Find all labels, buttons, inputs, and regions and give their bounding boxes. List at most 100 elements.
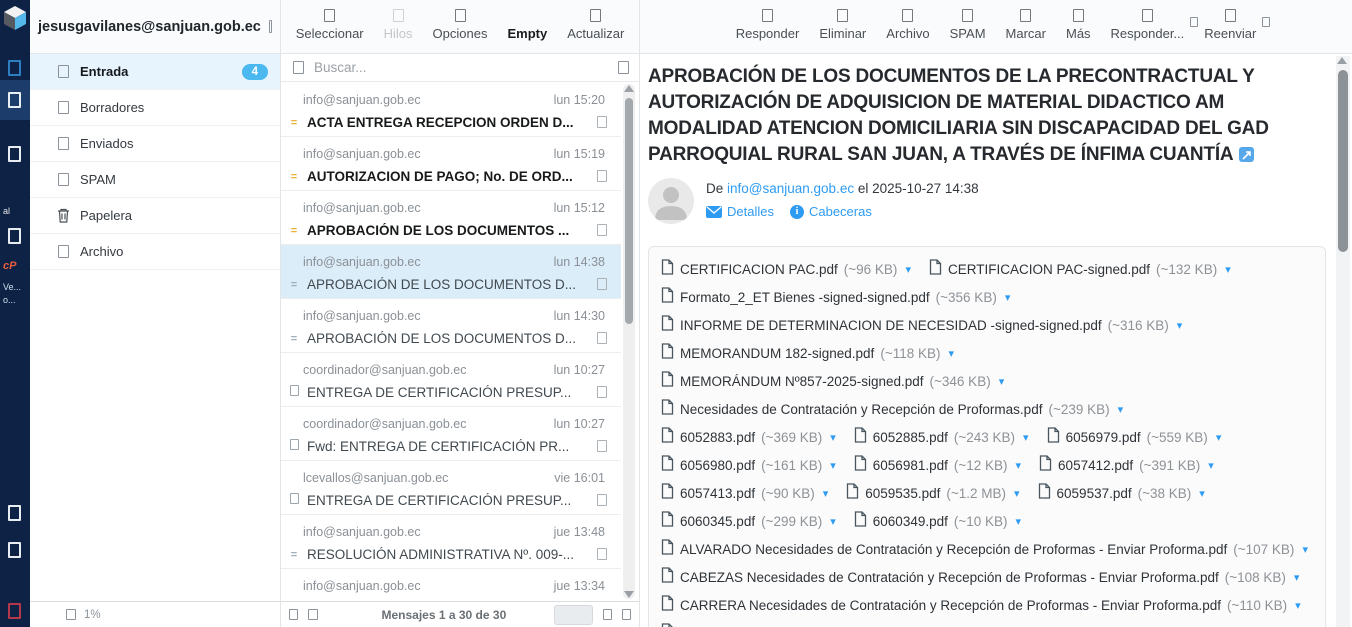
attachment-cabezas-necesidades-de-contrataci-n-y-recepci-n-de-proformas-enviar-proforma-pdf[interactable]: CABEZAS Necesidades de Contratación y Re… bbox=[661, 567, 1299, 588]
message-checkbox[interactable] bbox=[597, 386, 607, 398]
message-checkbox[interactable] bbox=[597, 224, 607, 236]
attachment-certificacion-pac-pdf[interactable]: CERTIFICACION PAC.pdf(~96 KB)▾ bbox=[661, 259, 911, 280]
attachment-dropdown-icon[interactable]: ▾ bbox=[1208, 459, 1214, 472]
rail-mail-icon[interactable] bbox=[8, 92, 21, 108]
attachment-6057413-pdf[interactable]: 6057413.pdf(~90 KB)▾ bbox=[661, 483, 828, 504]
message-eliminar-button[interactable]: Eliminar bbox=[819, 7, 866, 41]
headers-link[interactable]: i Cabeceras bbox=[790, 204, 872, 219]
list-opciones-button[interactable]: Opciones bbox=[433, 7, 488, 41]
attachment-dropdown-icon[interactable]: ▾ bbox=[1016, 515, 1022, 528]
reading-scrollbar[interactable] bbox=[1336, 56, 1350, 627]
attachment-carrera-necesidades-de-contrataci-n-y-recepci-n-de-proformas-enviar-proforma-pdf[interactable]: CARRERA Necesidades de Contratación y Re… bbox=[661, 595, 1301, 616]
attachment-dropdown-icon[interactable]: ▾ bbox=[1014, 487, 1020, 500]
attachment-dropdown-icon[interactable]: ▾ bbox=[1225, 263, 1231, 276]
page-input[interactable] bbox=[554, 605, 592, 625]
message-row[interactable]: info@sanjuan.gob.ecjue 13:48=RESOLUCIÓN … bbox=[281, 515, 621, 569]
details-link[interactable]: Detalles bbox=[706, 204, 774, 219]
scroll-down-icon[interactable] bbox=[624, 591, 634, 598]
message-row[interactable]: info@sanjuan.gob.eclun 14:38=APROBACIÓN … bbox=[281, 245, 621, 299]
folder-item-enviados[interactable]: Enviados bbox=[30, 126, 280, 162]
attachment-informe-de-determinacion-de-necesidad-signed-signed-pdf[interactable]: INFORME DE DETERMINACION DE NECESIDAD -s… bbox=[661, 315, 1182, 336]
folder-item-papelera[interactable]: Papelera bbox=[30, 198, 280, 234]
attachment-6056981-pdf[interactable]: 6056981.pdf(~12 KB)▾ bbox=[854, 455, 1021, 476]
attachment-dropdown-icon[interactable]: ▾ bbox=[999, 375, 1005, 388]
message-checkbox[interactable] bbox=[597, 548, 607, 560]
select-all-checkbox[interactable] bbox=[293, 61, 304, 74]
search-options-icon[interactable] bbox=[618, 61, 629, 74]
message-checkbox[interactable] bbox=[597, 170, 607, 182]
folder-item-spam[interactable]: SPAM bbox=[30, 162, 280, 198]
message-row[interactable]: coordinador@sanjuan.gob.eclun 10:27ENTRE… bbox=[281, 353, 621, 407]
attachment-6059537-pdf[interactable]: 6059537.pdf(~38 KB)▾ bbox=[1038, 483, 1205, 504]
attachment-6057412-pdf[interactable]: 6057412.pdf(~391 KB)▾ bbox=[1039, 455, 1214, 476]
rail-app-icon-1[interactable] bbox=[8, 60, 21, 76]
attachment-dropdown-icon[interactable]: ▾ bbox=[1005, 291, 1011, 304]
attachment-dropdown-icon[interactable]: ▾ bbox=[823, 487, 829, 500]
message-row[interactable]: info@sanjuan.gob.eclun 14:30=APROBACIÓN … bbox=[281, 299, 621, 353]
list-actualizar-button[interactable]: Actualizar bbox=[567, 7, 624, 41]
footer-tag-icon[interactable] bbox=[289, 609, 298, 620]
attachment-necesidades-de-contrataci-n-y-recepci-n-de-proformas-pdf[interactable]: Necesidades de Contratación y Recepción … bbox=[661, 399, 1123, 420]
attachment-dropdown-icon[interactable]: ▾ bbox=[1302, 543, 1308, 556]
footer-move-icon[interactable] bbox=[308, 609, 317, 620]
cpanel-icon[interactable]: cP bbox=[3, 260, 16, 272]
message-checkbox[interactable] bbox=[597, 332, 607, 344]
attachment-dropdown-icon[interactable]: ▾ bbox=[1177, 319, 1183, 332]
attachment-dropdown-icon[interactable]: ▾ bbox=[830, 515, 836, 528]
attachment-certificacion-pac-signed-pdf[interactable]: CERTIFICACION PAC-signed.pdf(~132 KB)▾ bbox=[929, 259, 1231, 280]
folder-item-archivo[interactable]: Archivo bbox=[30, 234, 280, 270]
attachment-6052885-pdf[interactable]: 6052885.pdf(~243 KB)▾ bbox=[854, 427, 1029, 448]
attachment-dropdown-icon[interactable]: ▾ bbox=[830, 459, 836, 472]
attachment-alvarado-necesidades-de-contrataci-n-y-recepci-n-de-proformas-enviar-proforma-pdf[interactable]: ALVARADO Necesidades de Contratación y R… bbox=[661, 539, 1308, 560]
message-marcar-button[interactable]: Marcar bbox=[1006, 7, 1046, 41]
folder-item-borradores[interactable]: Borradores bbox=[30, 90, 280, 126]
scroll-up-icon[interactable] bbox=[624, 85, 634, 92]
split-dropdown-icon[interactable] bbox=[1262, 17, 1270, 27]
rail-active-app[interactable] bbox=[0, 80, 30, 120]
attachment-6052883-pdf[interactable]: 6052883.pdf(~369 KB)▾ bbox=[661, 427, 836, 448]
message-responder-button[interactable]: Responder bbox=[736, 7, 800, 41]
from-email-link[interactable]: info@sanjuan.gob.ec bbox=[727, 181, 854, 196]
account-menu-icon[interactable] bbox=[269, 20, 272, 33]
message-archivo-button[interactable]: Archivo bbox=[886, 7, 929, 41]
message-row[interactable]: info@sanjuan.gob.ecjue 13:34 bbox=[281, 569, 621, 601]
attachment-6060345-pdf[interactable]: 6060345.pdf(~299 KB)▾ bbox=[661, 511, 836, 532]
webmail-logo-icon[interactable] bbox=[2, 5, 28, 31]
message-checkbox[interactable] bbox=[597, 278, 607, 290]
message-m-s-button[interactable]: Más bbox=[1066, 7, 1091, 41]
message-reenviar-button[interactable]: Reenviar bbox=[1204, 7, 1256, 41]
read-scroll-up-icon[interactable] bbox=[1337, 57, 1347, 64]
message-checkbox[interactable] bbox=[597, 440, 607, 452]
attachment-dropdown-icon[interactable]: ▾ bbox=[1016, 459, 1022, 472]
list-scrollbar[interactable] bbox=[623, 84, 635, 599]
attachment-6056979-pdf[interactable]: 6056979.pdf(~559 KB)▾ bbox=[1047, 427, 1222, 448]
attachment-dropdown-icon[interactable]: ▾ bbox=[1199, 487, 1205, 500]
attachment-dropdown-icon[interactable]: ▾ bbox=[949, 347, 955, 360]
rail-app-icon-3[interactable] bbox=[8, 228, 21, 244]
attachment-dropdown-icon[interactable]: ▾ bbox=[1023, 431, 1029, 444]
list-scrollbar-thumb[interactable] bbox=[625, 98, 633, 324]
pager-next-icon[interactable] bbox=[622, 609, 631, 620]
attachment-memor-ndum-n-857-2025-signed-pdf[interactable]: MEMORÁNDUM Nº857-2025-signed.pdf(~346 KB… bbox=[661, 371, 1004, 392]
attachment-6060349-pdf[interactable]: 6060349.pdf(~10 KB)▾ bbox=[854, 511, 1021, 532]
message-checkbox[interactable] bbox=[597, 116, 607, 128]
attachment-6056980-pdf[interactable]: 6056980.pdf(~161 KB)▾ bbox=[661, 455, 836, 476]
rail-app-icon-6[interactable] bbox=[8, 603, 21, 619]
message-checkbox[interactable] bbox=[597, 494, 607, 506]
attachment-memorandum-182-signed-pdf[interactable]: MEMORANDUM 182-signed.pdf(~118 KB)▾ bbox=[661, 343, 954, 364]
attachment-dropdown-icon[interactable]: ▾ bbox=[1216, 431, 1222, 444]
attachment-dropdown-icon[interactable]: ▾ bbox=[1294, 571, 1300, 584]
attachment-dropdown-icon[interactable]: ▾ bbox=[1295, 599, 1301, 612]
message-row[interactable]: coordinador@sanjuan.gob.eclun 10:27Fwd: … bbox=[281, 407, 621, 461]
pager-prev-icon[interactable] bbox=[603, 609, 612, 620]
message-row[interactable]: info@sanjuan.gob.eclun 15:20=ACTA ENTREG… bbox=[281, 83, 621, 137]
search-input[interactable] bbox=[314, 60, 608, 75]
message-spam-button[interactable]: SPAM bbox=[950, 7, 986, 41]
list-empty-button[interactable]: Empty bbox=[507, 7, 547, 41]
attachment-formato-2-et-bienes-signed-signed-pdf[interactable]: Formato_2_ET Bienes -signed-signed.pdf(~… bbox=[661, 287, 1010, 308]
split-dropdown-icon[interactable] bbox=[1190, 17, 1198, 27]
popout-icon[interactable] bbox=[1239, 147, 1254, 162]
rail-app-icon-4[interactable] bbox=[8, 505, 21, 521]
rail-app-icon-2[interactable] bbox=[8, 146, 21, 162]
attachment-guzman-necesidades-de-contrataci-n-y-recepci-n-de-proformas-enviar-proforma-pdf[interactable]: GUZMAN Necesidades de Contratación y Rec… bbox=[661, 623, 1295, 627]
